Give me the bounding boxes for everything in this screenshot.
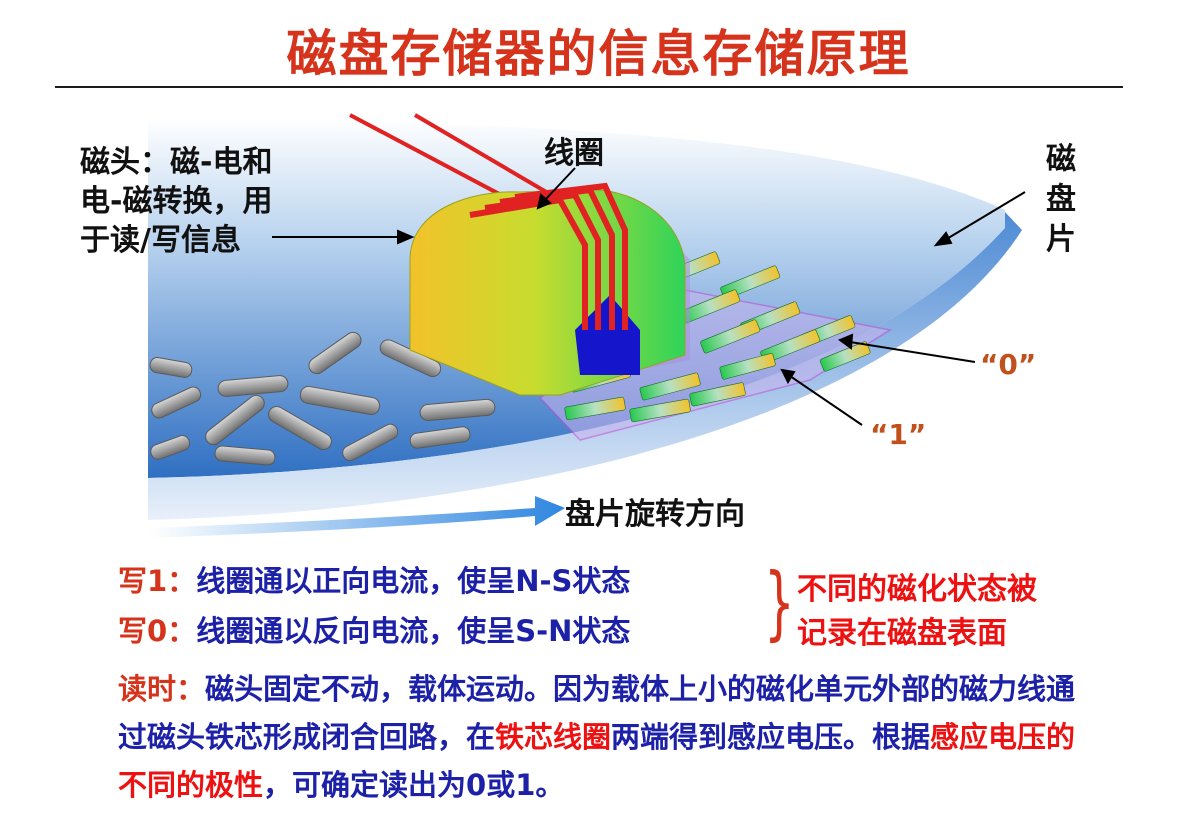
write0-text: 线圈通以反向电流，使呈S-N状态 [196, 614, 631, 648]
head-label: 磁头：磁-电和 电-磁转换，用 于读/写信息 [80, 143, 272, 260]
write0-prefix: 写0： [118, 614, 197, 648]
curly-brace: } [764, 556, 795, 649]
disk-label: 磁 盘 片 [1043, 140, 1079, 260]
read-text-2: 两端得到感应电压。根据 [611, 720, 931, 754]
zero-label: “0” [980, 348, 1037, 381]
head-label-line: 磁头：磁-电和 [80, 145, 273, 180]
disk-label-char: 盘 [1046, 182, 1076, 217]
write1-line: 写1：线圈通以正向电流，使呈N-S状态 [118, 557, 630, 605]
result-line: 记录在磁盘表面 [797, 616, 1007, 651]
read-paragraph: 读时：磁头固定不动，载体运动。因为载体上小的磁化单元外部的磁力线通过磁头铁芯形成… [118, 665, 1098, 809]
read-prefix: 读时： [118, 672, 206, 706]
head-label-line: 于读/写信息 [80, 223, 241, 258]
result-line: 不同的磁化状态被 [797, 572, 1037, 607]
rotation-label: 盘片旋转方向 [565, 497, 745, 532]
coil-label: 线圈 [544, 136, 604, 171]
read-highlight-1: 铁芯线圈 [495, 720, 612, 754]
disk-label-char: 片 [1046, 222, 1076, 257]
disk-label-char: 磁 [1046, 142, 1076, 177]
read-text-3: ，可确定读出为0或1。 [263, 768, 565, 802]
result-text: 不同的磁化状态被 记录在磁盘表面 [797, 568, 1037, 656]
disk-diagram [148, 113, 1026, 538]
write1-prefix: 写1： [118, 564, 197, 598]
head-label-line: 电-磁转换，用 [80, 184, 273, 219]
write0-line: 写0：线圈通以反向电流，使呈S-N状态 [118, 607, 630, 655]
write1-text: 线圈通以正向电流，使呈N-S状态 [196, 564, 631, 598]
one-label: “1” [870, 418, 927, 451]
